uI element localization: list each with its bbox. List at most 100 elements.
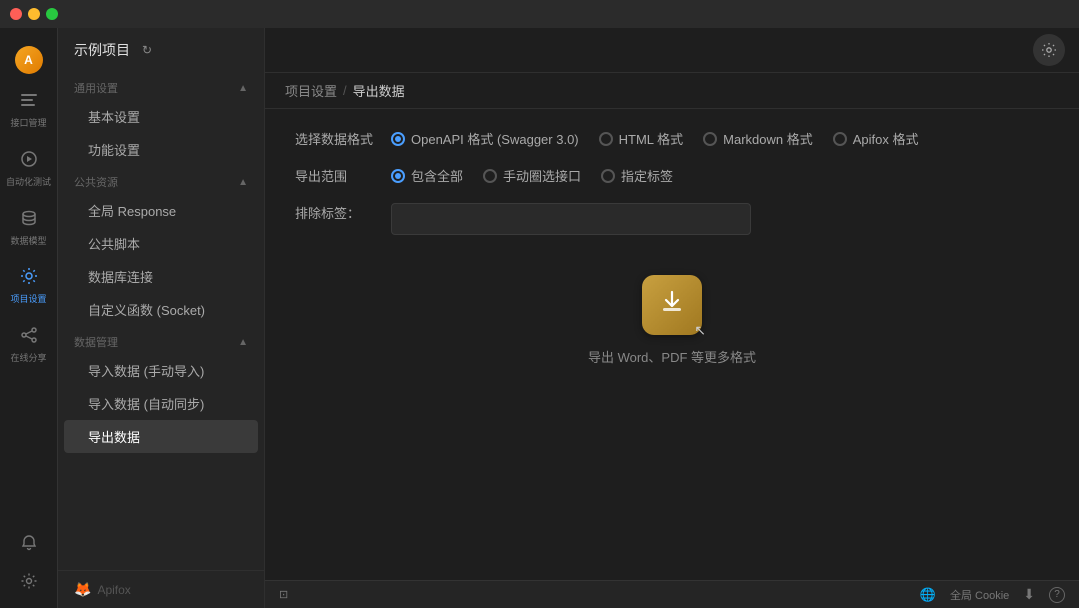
section-general-label: 通用设置 — [74, 80, 118, 96]
radio-html-circle — [599, 132, 613, 146]
status-bar-right: 🌐 全局 Cookie ⬇ ? — [920, 586, 1065, 603]
content-header — [265, 28, 1079, 73]
section-general[interactable]: 通用设置 ▲ — [58, 72, 264, 100]
export-btn-icon — [658, 288, 686, 322]
range-all-label: 包含全部 — [411, 166, 463, 185]
sidebar-panel: 示例项目 ↻ 通用设置 ▲ 基本设置 功能设置 公共资源 ▲ 全局 Respon… — [58, 28, 265, 608]
range-tag-label: 指定标签 — [621, 166, 673, 185]
section-data-label: 数据管理 — [74, 334, 118, 350]
radio-markdown-circle — [703, 132, 717, 146]
gear-icon — [20, 572, 38, 590]
menu-feature-settings[interactable]: 功能设置 — [64, 133, 258, 166]
menu-import-manual[interactable]: 导入数据 (手动导入) — [64, 354, 258, 387]
menu-db-connect[interactable]: 数据库连接 — [64, 260, 258, 293]
close-button[interactable] — [10, 8, 22, 20]
title-bar — [0, 0, 1079, 28]
nav-datamodel[interactable]: 数据模型 — [0, 198, 57, 257]
cookie-icon: 🌐 — [920, 587, 936, 603]
apifox-logo-label: Apifox — [97, 583, 130, 597]
format-openapi[interactable]: OpenAPI 格式 (Swagger 3.0) — [391, 129, 579, 148]
menu-public-script[interactable]: 公共脚本 — [64, 227, 258, 260]
content-body: 选择数据格式 OpenAPI 格式 (Swagger 3.0) HTML 格式 … — [265, 109, 1079, 580]
menu-global-response[interactable]: 全局 Response — [64, 194, 258, 227]
avatar[interactable]: A — [0, 36, 57, 80]
format-label: 选择数据格式 — [295, 129, 375, 148]
settings-top-button[interactable] — [1033, 34, 1065, 66]
menu-basic-settings[interactable]: 基本设置 — [64, 100, 258, 133]
gear-button[interactable] — [0, 562, 57, 600]
range-manual[interactable]: 手动圈选接口 — [483, 166, 581, 185]
section-data[interactable]: 数据管理 ▲ — [58, 326, 264, 354]
breadcrumb: 项目设置 / 导出数据 — [265, 73, 1079, 109]
menu-export[interactable]: 导出数据 — [64, 420, 258, 453]
nav-interface[interactable]: 接口管理 — [0, 80, 57, 139]
autotest-icon — [19, 149, 39, 174]
nav-datamodel-label: 数据模型 — [10, 236, 46, 247]
nav-settings[interactable]: 项目设置 — [0, 256, 57, 315]
apifox-logo-area: 🦊 Apifox — [58, 570, 264, 608]
bell-icon — [20, 534, 38, 552]
format-html[interactable]: HTML 格式 — [599, 129, 684, 148]
range-manual-label: 手动圈选接口 — [503, 166, 581, 185]
radio-all-circle — [391, 169, 405, 183]
breadcrumb-current: 导出数据 — [353, 81, 405, 100]
settings-top-icon — [1041, 42, 1057, 58]
collapse-resources-icon: ▲ — [238, 177, 248, 188]
section-resources-label: 公共资源 — [74, 174, 118, 190]
content-area: 项目设置 / 导出数据 选择数据格式 OpenAPI 格式 (Swagger 3… — [265, 28, 1079, 608]
format-html-label: HTML 格式 — [619, 129, 684, 148]
exclude-label: 排除标签： — [295, 203, 375, 222]
format-markdown-label: Markdown 格式 — [723, 129, 813, 148]
avatar-image: A — [15, 46, 43, 74]
bell-button[interactable] — [0, 524, 57, 562]
nav-interface-label: 接口管理 — [10, 118, 46, 129]
export-hint: 导出 Word、PDF 等更多格式 — [588, 347, 756, 366]
section-resources[interactable]: 公共资源 ▲ — [58, 166, 264, 194]
radio-openapi-circle — [391, 132, 405, 146]
menu-import-auto[interactable]: 导入数据 (自动同步) — [64, 387, 258, 420]
nav-autotest-label: 自动化测试 — [6, 177, 51, 188]
range-row: 导出范围 包含全部 手动圈选接口 指定标签 — [295, 166, 1049, 185]
refresh-icon[interactable]: ↻ — [142, 43, 152, 57]
nav-share[interactable]: 在线分享 — [0, 315, 57, 374]
status-left-icon: ⊡ — [279, 588, 288, 601]
download-icon[interactable]: ⬇ — [1023, 586, 1035, 603]
exclude-tags-row: 排除标签： — [295, 203, 1049, 235]
export-button[interactable]: ↖ — [642, 275, 702, 335]
interface-icon — [19, 90, 39, 115]
format-row: 选择数据格式 OpenAPI 格式 (Swagger 3.0) HTML 格式 … — [295, 129, 1049, 148]
datamodel-icon — [19, 208, 39, 233]
tag-input[interactable] — [391, 203, 751, 235]
project-header: 示例项目 ↻ — [58, 28, 264, 72]
collapse-general-icon: ▲ — [238, 83, 248, 94]
nav-share-label: 在线分享 — [10, 353, 46, 364]
nav-settings-label: 项目设置 — [10, 294, 46, 305]
icon-bar: A 接口管理 自动化测试 — [0, 28, 58, 608]
breadcrumb-link-settings[interactable]: 项目设置 — [285, 81, 337, 100]
format-apifox[interactable]: Apifox 格式 — [833, 129, 919, 148]
format-radio-group: OpenAPI 格式 (Swagger 3.0) HTML 格式 Markdow… — [391, 129, 919, 148]
share-icon — [19, 325, 39, 350]
range-radio-group: 包含全部 手动圈选接口 指定标签 — [391, 166, 673, 185]
menu-custom-func[interactable]: 自定义函数 (Socket) — [64, 293, 258, 326]
radio-apifox-circle — [833, 132, 847, 146]
format-apifox-label: Apifox 格式 — [853, 129, 919, 148]
nav-autotest[interactable]: 自动化测试 — [0, 139, 57, 198]
collapse-data-icon: ▲ — [238, 337, 248, 348]
cookie-label[interactable]: 全局 Cookie — [950, 587, 1009, 603]
export-center: ↖ 导出 Word、PDF 等更多格式 — [295, 275, 1049, 366]
format-openapi-label: OpenAPI 格式 (Swagger 3.0) — [411, 129, 579, 148]
sidebar-menu: 通用设置 ▲ 基本设置 功能设置 公共资源 ▲ 全局 Response 公共脚本… — [58, 72, 264, 570]
project-title: 示例项目 — [74, 40, 130, 60]
maximize-button[interactable] — [46, 8, 58, 20]
radio-tag-circle — [601, 169, 615, 183]
range-tag[interactable]: 指定标签 — [601, 166, 673, 185]
breadcrumb-separator: / — [343, 83, 347, 98]
minimize-button[interactable] — [28, 8, 40, 20]
settings-icon — [19, 266, 39, 291]
radio-manual-circle — [483, 169, 497, 183]
range-all[interactable]: 包含全部 — [391, 166, 463, 185]
help-icon[interactable]: ? — [1049, 587, 1065, 603]
range-label: 导出范围 — [295, 166, 375, 185]
format-markdown[interactable]: Markdown 格式 — [703, 129, 813, 148]
